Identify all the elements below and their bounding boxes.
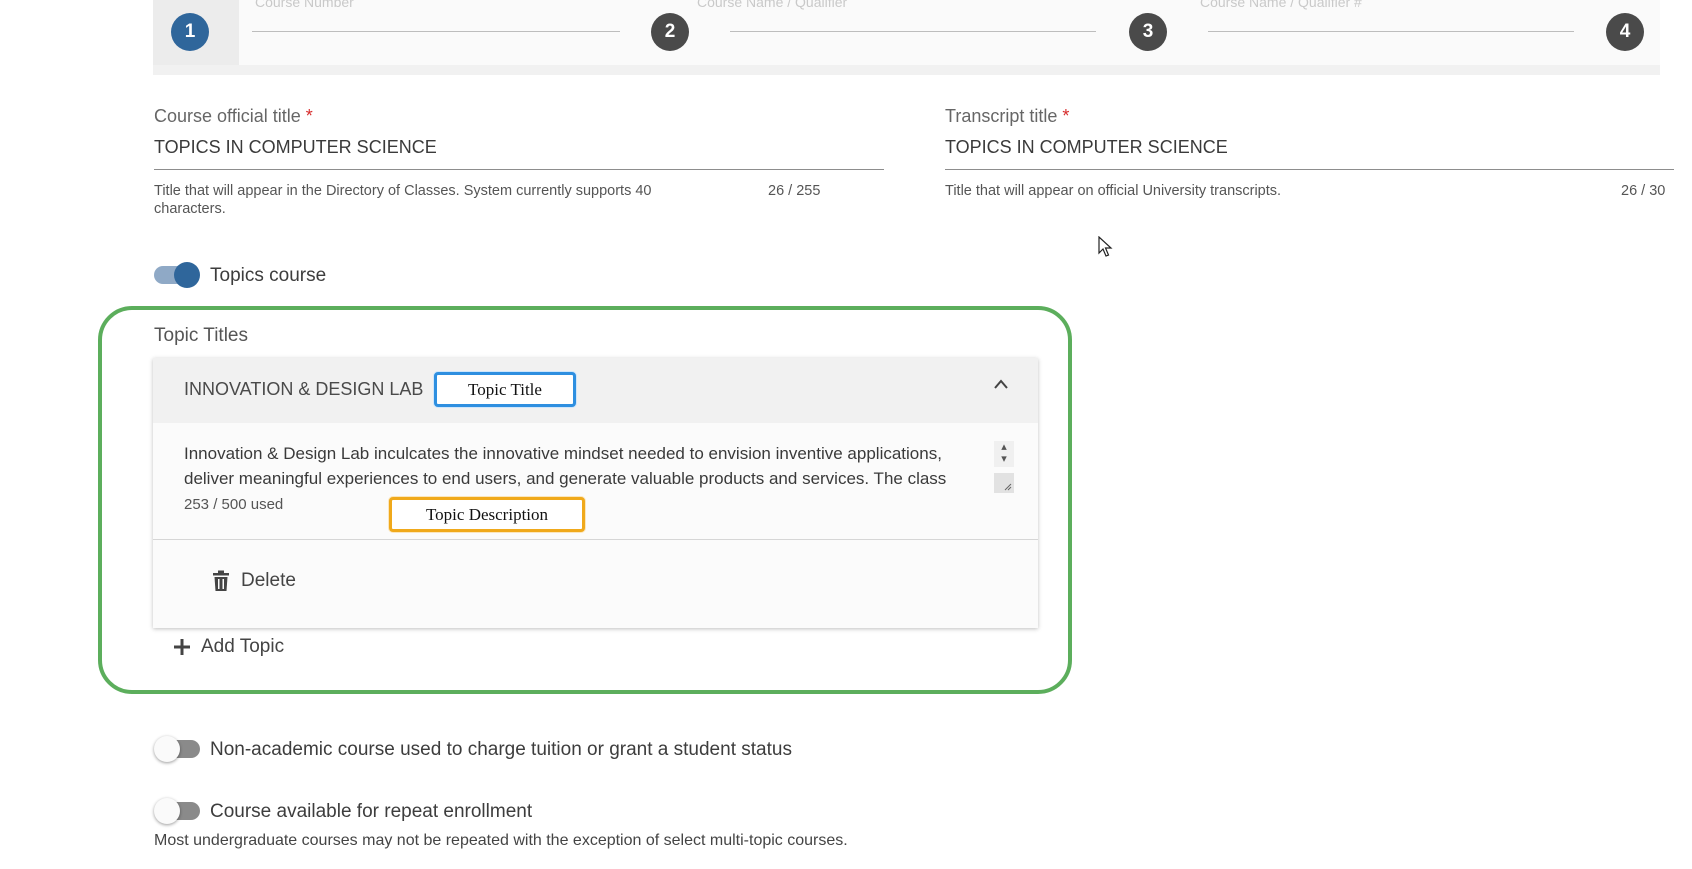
step-connector [730, 31, 1096, 32]
topic-description-textarea[interactable]: Innovation & Design Lab inculcates the i… [184, 441, 984, 491]
resize-handle[interactable] [994, 473, 1014, 493]
official-title-label: Course official title * [154, 106, 313, 126]
non-academic-label: Non-academic course used to charge tuiti… [210, 739, 792, 760]
step-1-circle[interactable]: 1 [171, 13, 209, 51]
repeat-enrollment-toggle[interactable] [154, 798, 200, 824]
toggle-knob [154, 798, 180, 824]
required-mark: * [305, 106, 313, 126]
delete-topic-button[interactable]: Delete [211, 570, 296, 592]
stepper-bar [153, 0, 1660, 75]
repeat-enrollment-helper: Most undergraduate courses may not be re… [154, 832, 848, 849]
topics-course-label: Topics course [210, 265, 327, 286]
transcript-title-helper: Title that will appear on official Unive… [945, 183, 1282, 199]
required-mark: * [1062, 106, 1070, 126]
toggle-knob [174, 262, 200, 288]
transcript-title-counter: 26 / 30 [1621, 183, 1666, 199]
step-3-circle[interactable]: 3 [1129, 13, 1167, 51]
transcript-title-label: Transcript title * [945, 106, 1070, 126]
official-title-helper: Title that will appear in the Directory … [154, 183, 652, 217]
non-academic-toggle[interactable] [154, 736, 200, 762]
official-title-input[interactable]: TOPICS IN COMPUTER SCIENCE [154, 137, 437, 158]
official-title-underline [154, 169, 884, 170]
step-connector [1208, 31, 1574, 32]
step-3-label: Course Name / Qualifier # [1200, 0, 1362, 10]
mouse-cursor-icon [1098, 236, 1113, 257]
transcript-title-input[interactable]: TOPICS IN COMPUTER SCIENCE [945, 137, 1228, 158]
textarea-scrollbar[interactable]: ▴ ▾ [994, 441, 1014, 497]
toggle-knob [154, 736, 180, 762]
topic-description-callout: Topic Description [389, 497, 585, 532]
topic-title[interactable]: INNOVATION & DESIGN LAB [184, 379, 423, 400]
step-4-circle[interactable]: 4 [1606, 13, 1644, 51]
scroll-down-icon[interactable]: ▾ [994, 453, 1014, 465]
scroll-arrows[interactable]: ▴ ▾ [994, 441, 1014, 467]
card-divider [153, 539, 1038, 540]
delete-label: Delete [241, 570, 296, 591]
resize-grip-icon [1004, 483, 1012, 491]
repeat-enrollment-label: Course available for repeat enrollment [210, 801, 533, 822]
add-topic-label: Add Topic [201, 636, 285, 657]
chevron-up-icon[interactable] [993, 378, 1009, 390]
step-connector [252, 31, 620, 32]
trash-icon [213, 570, 229, 591]
step-1-label: Course Number [255, 0, 354, 10]
step-2-circle[interactable]: 2 [651, 13, 689, 51]
topics-course-toggle[interactable] [154, 262, 200, 288]
topic-titles-label: Topic Titles [154, 325, 248, 346]
plus-icon [174, 639, 190, 655]
description-used-counter: 253 / 500 used [184, 496, 284, 513]
official-title-counter: 26 / 255 [768, 183, 821, 199]
add-topic-button[interactable]: Add Topic [173, 636, 284, 658]
scroll-up-icon[interactable]: ▴ [994, 441, 1014, 453]
step-2-label: Course Name / Qualifier [697, 0, 848, 10]
topic-title-callout: Topic Title [434, 372, 576, 407]
transcript-title-underline [945, 169, 1674, 170]
